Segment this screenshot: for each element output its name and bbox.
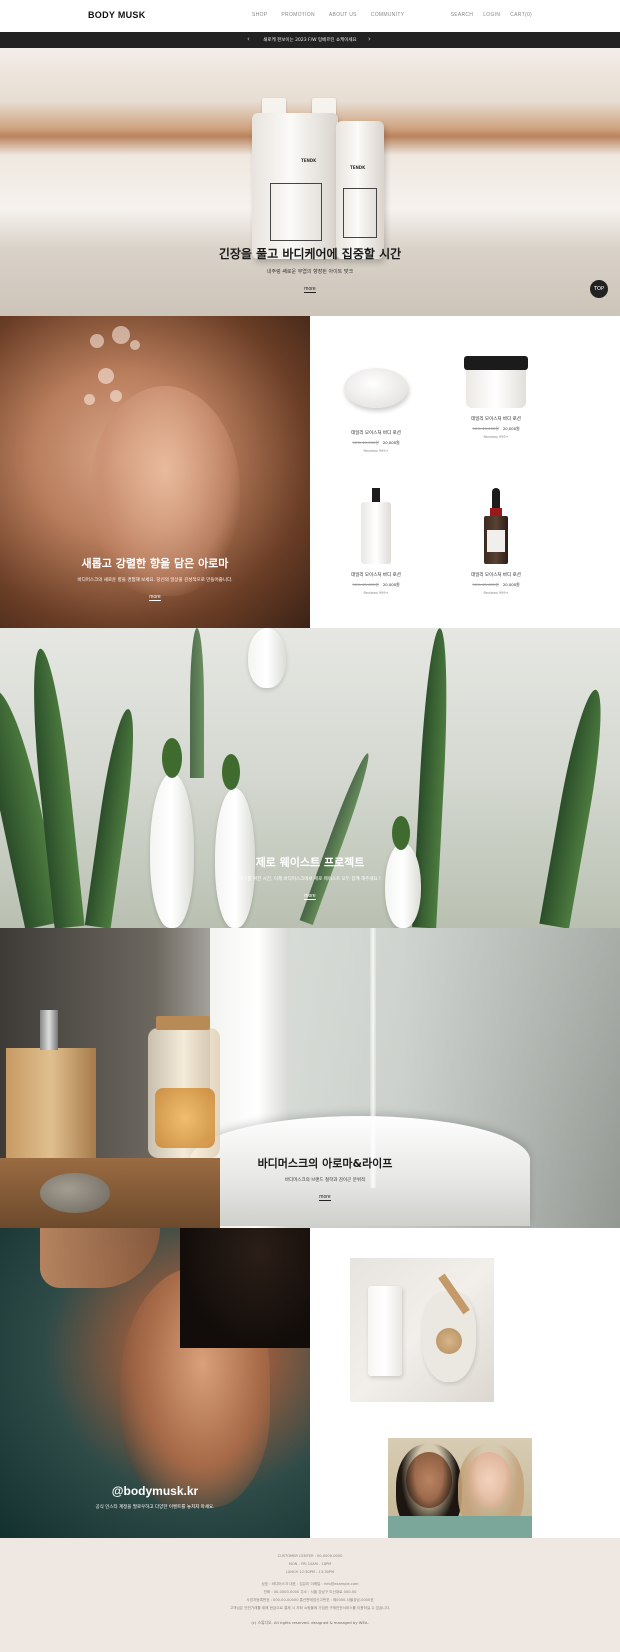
product-name: 데일리 모이스처 바디 로션 — [471, 573, 521, 578]
aroma-life-title: 바디머스크의 아로마&라이프 — [257, 1157, 393, 1170]
product-reviews: Reviews 999+ — [363, 591, 389, 595]
product-card[interactable]: 데일리 모이스처 바디 로션 50% 40,000원 20,000원 Review… — [446, 356, 546, 439]
company-contact: 전화 : 00-0000-0000 주소 : 서울 강남구 도산대로 000-0… — [263, 1590, 357, 1594]
hero-caption: 긴장을 풀고 바디케어에 집중할 시간 내주렁 쌔로운 무엽의 향장된 아이트 … — [0, 245, 620, 294]
nav-community[interactable]: COMMUNITY — [371, 12, 405, 18]
product-card[interactable]: 데일리 모이스처 바디 로션 50% 40,000원 20,000원 Review… — [326, 356, 426, 453]
business-hours: MON - FRI 10AM - 18PM — [288, 1562, 332, 1566]
copyright: (c) 스튜디오. All rights reserved. designed … — [251, 1620, 369, 1625]
serum-bottle-image — [484, 488, 508, 564]
zero-waste-title: 제로 웨이스트 프로젝트 — [255, 856, 365, 869]
company-info: 상호 : 바디머스크 대표 : 김유리 이메일 : info@example.c… — [261, 1582, 359, 1586]
zero-waste-banner: 제로 웨이스트 프로젝트 지구를 위한 시간, 이제 바디머스크에서 제로 웨이… — [0, 628, 620, 928]
hero-title: 긴장을 풀고 바디케어에 집중할 시간 — [218, 247, 402, 261]
aroma-life-banner: 바디머스크의 아로마&라이프 바디머스크의 브랜드 철학과 감이곤 분위적 mo… — [0, 928, 620, 1228]
main-nav: SHOP PROMOTION ABOUT US COMMUNITY — [252, 12, 404, 18]
product-name: 데일리 모이스처 바디 로션 — [471, 417, 521, 422]
aroma-more-link[interactable]: more — [149, 594, 161, 601]
login-link[interactable]: LOGIN — [483, 12, 500, 18]
aroma-life-more-link[interactable]: more — [319, 1194, 331, 1201]
instagram-banner: @bodymusk.kr 공식 인스타 계정을 팔로우하고 다양한 이벤트를 놓… — [0, 1228, 310, 1538]
product-name: 데일리 모이스처 바디 로션 — [351, 431, 401, 436]
instagram-gallery — [310, 1228, 620, 1538]
notice-bar: ‹ 쇄로케 펀보이는 2023 F/W 텅베르틴 쇼케이세요 › — [0, 32, 620, 48]
product-reviews: Reviews 999+ — [483, 591, 509, 595]
nav-about-us[interactable]: ABOUT US — [329, 12, 357, 18]
search-link[interactable]: SEARCH — [451, 12, 474, 18]
notice-prev-button[interactable]: ‹ — [247, 35, 250, 43]
aroma-banner: 새롭고 강렬한 향을 담은 아로마 바디머스크의 새로운 향을 경험해 보세요.… — [0, 316, 310, 628]
instagram-handle[interactable]: @bodymusk.kr — [0, 1484, 310, 1498]
product-price: 50% 40,000원 20,000원 — [472, 582, 520, 587]
cream-jar-image — [464, 356, 528, 408]
header: BODY MUSK SHOP PROMOTION ABOUT US COMMUN… — [0, 0, 620, 32]
nav-promotion[interactable]: PROMOTION — [281, 12, 315, 18]
safety-notice: 고객님은 안전거래를 위해 현금으로 결제 시 저희 쇼핑몰에 가입한 구매안전… — [229, 1606, 391, 1610]
instagram-caption: @bodymusk.kr 공식 인스타 계정을 팔로우하고 다양한 이벤트를 놓… — [0, 1484, 310, 1510]
zero-waste-more-link[interactable]: more — [304, 893, 316, 900]
aroma-subtitle: 바디머스크의 새로운 향을 경험해 보세요. 당신의 일상을 감성적으로 만들어… — [77, 578, 233, 583]
hero-subtitle: 내주렁 쌔로운 무엽의 향장된 아이트 맞크 — [266, 269, 354, 275]
aroma-life-caption: 바디머스크의 아로마&라이프 바디머스크의 브랜드 철학과 감이곤 분위적 mo… — [200, 1155, 450, 1202]
utility-nav: SEARCH LOGIN CART(0) — [451, 12, 532, 18]
soap-image — [344, 368, 408, 408]
instagram-photo-towel[interactable] — [350, 1258, 494, 1402]
product-price: 50% 40,000원 20,000원 — [472, 426, 520, 431]
customer-center: CUSTOMER CENTER : 00-0000-0000 — [277, 1554, 343, 1558]
product-card[interactable]: 데일리 모이스처 바디 로션 50% 40,000원 20,000원 Review… — [446, 488, 546, 595]
site-logo[interactable]: BODY MUSK — [88, 10, 146, 20]
product-name: 데일리 모이스처 바디 로션 — [351, 573, 401, 578]
product-price: 50% 40,000원 20,000원 — [352, 582, 400, 587]
aroma-caption: 새롭고 강렬한 향을 담은 아로마 바디머스크의 새로운 향을 경험해 보세요.… — [0, 555, 310, 602]
nav-shop[interactable]: SHOP — [252, 12, 267, 18]
bottle-brand: TENDK — [301, 158, 317, 163]
product-reviews: Reviews 999+ — [363, 449, 389, 453]
pump-bottle-image — [361, 488, 391, 564]
footer: CUSTOMER CENTER : 00-0000-0000 MON - FRI… — [0, 1538, 620, 1652]
product-price: 50% 40,000원 20,000원 — [352, 440, 400, 445]
bottle-brand-2: TENDK — [350, 165, 366, 170]
aroma-life-subtitle: 바디머스크의 브랜드 철학과 감이곤 분위적 — [284, 1178, 366, 1183]
hero-more-link[interactable]: more — [304, 286, 316, 293]
product-grid: 데일리 모이스처 바디 로션 50% 40,000원 20,000원 Review… — [310, 316, 620, 628]
product-reviews: Reviews 999+ — [483, 435, 509, 439]
instagram-subtitle: 공식 인스타 계정을 팔로우하고 다양한 이벤트를 놓치지 마세요. — [95, 1505, 215, 1510]
hero-banner: TENDK TENDK 긴장을 풀고 바디케어에 집중할 시간 내주렁 쌔로운 … — [0, 48, 620, 316]
zero-waste-subtitle: 지구를 위한 시간, 이제 바디머스크에서 제로 웨이스트 모두 함께 해주세요… — [239, 877, 381, 882]
business-registration: 사업자등록번호 : 000-00-00000 통신판매업신고번호 : 제0000… — [246, 1598, 374, 1602]
cart-link[interactable]: CART(0) — [510, 12, 532, 18]
aroma-title: 새롭고 강렬한 향을 담은 아로마 — [81, 557, 229, 570]
lunch-hours: LUNCH 12:30PM - 13:30PM — [285, 1570, 335, 1574]
scroll-top-button[interactable]: TOP — [590, 280, 608, 298]
instagram-photo-friends[interactable] — [388, 1438, 532, 1538]
zero-waste-caption: 제로 웨이스트 프로젝트 지구를 위한 시간, 이제 바디머스크에서 제로 웨이… — [0, 854, 620, 901]
notice-text: 쇄로케 펀보이는 2023 F/W 텅베르틴 쇼케이세요 — [263, 38, 357, 43]
product-card[interactable]: 데일리 모이스처 바디 로션 50% 40,000원 20,000원 Review… — [326, 488, 426, 595]
notice-next-button[interactable]: › — [368, 35, 371, 43]
